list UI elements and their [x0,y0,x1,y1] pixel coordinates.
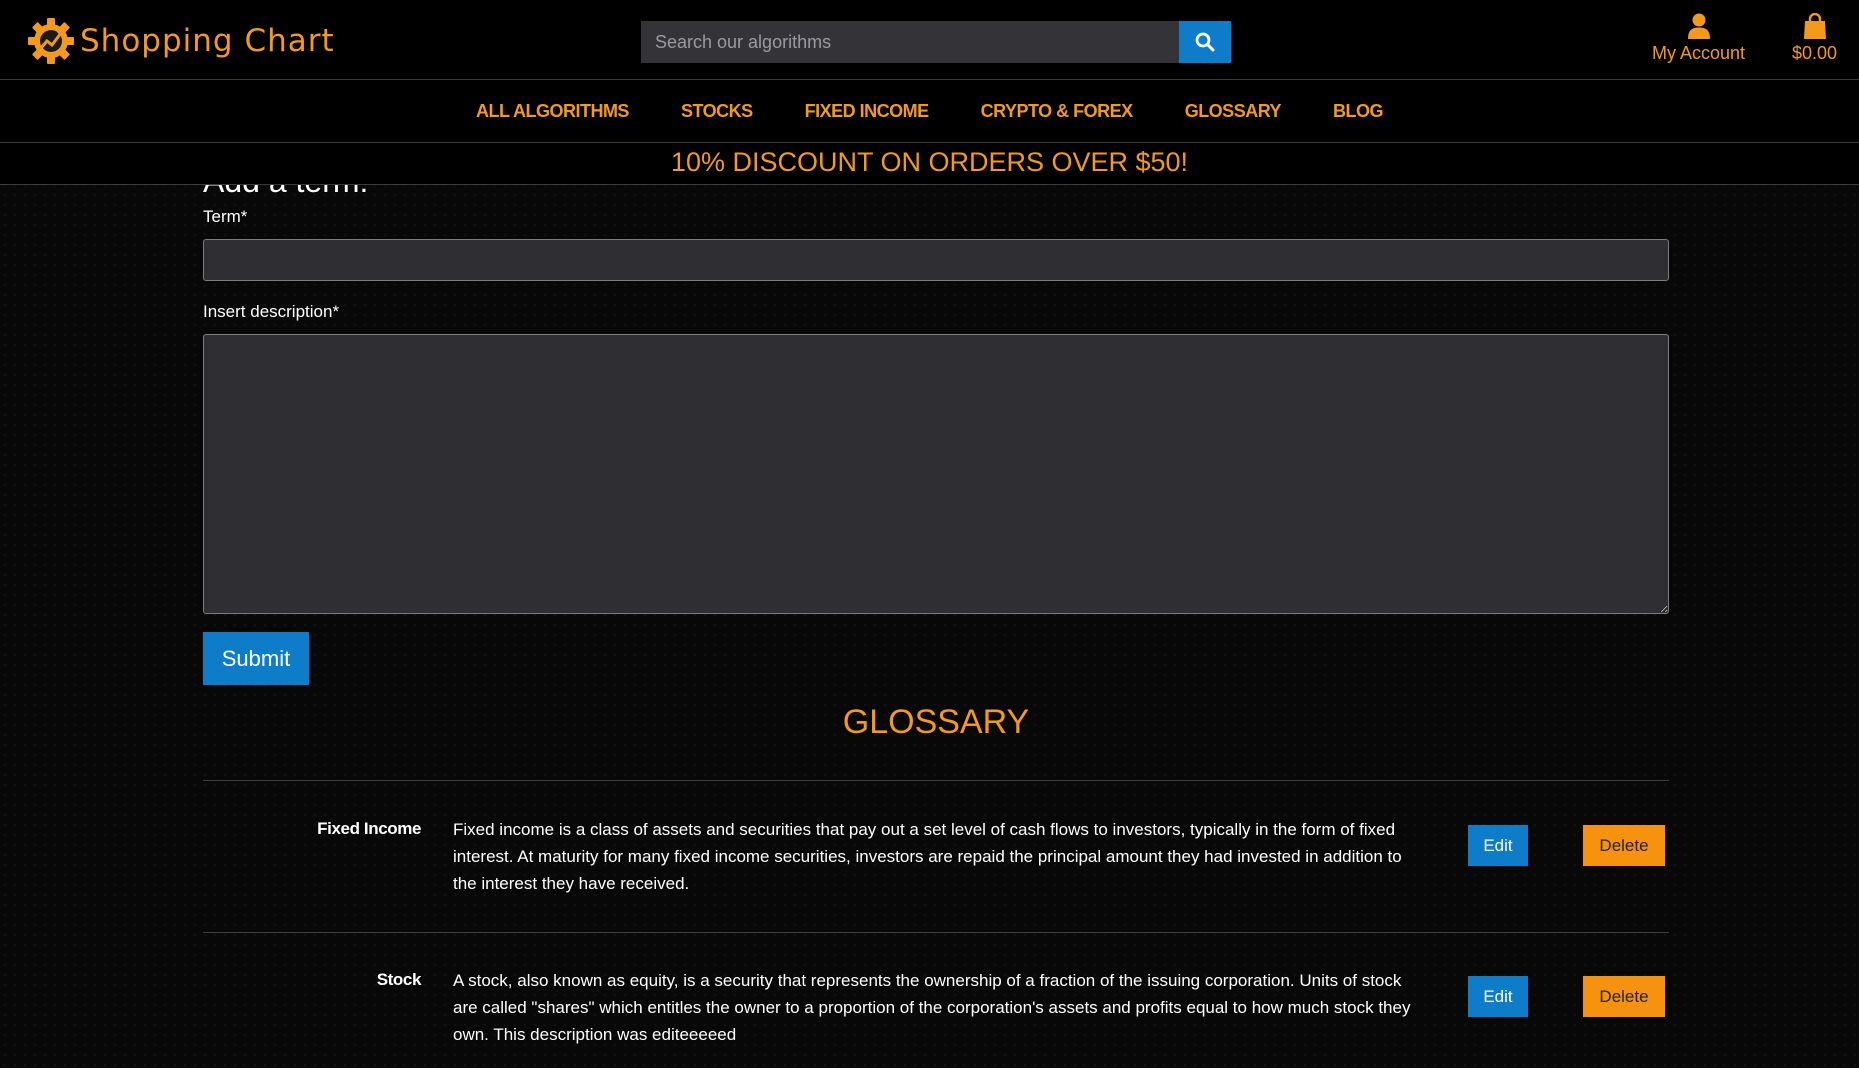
promo-banner: 10% DISCOUNT ON ORDERS OVER $50! [0,143,1859,185]
my-account-label: My Account [1652,43,1746,63]
promo-text: 10% DISCOUNT ON ORDERS OVER $50! [670,147,1189,177]
brand-name[interactable]: Shopping Chart [80,23,335,59]
edit-button[interactable]: Edit [1468,976,1528,1017]
cart-total: $0.00 [1792,43,1838,63]
term-input[interactable] [203,239,1669,281]
shopping-bag-icon [1803,13,1826,39]
brand-logo[interactable]: Shopping Chart [26,16,335,66]
search-bar [641,21,1231,63]
divider [203,932,1669,933]
nav-item-blog[interactable]: BLOG [1333,101,1384,122]
my-account-link[interactable]: My Account [1652,13,1745,64]
cart-link[interactable]: $0.00 [1792,13,1837,64]
nav-item-glossary[interactable]: GLOSSARY [1185,101,1282,122]
main-nav: ALL ALGORITHMS STOCKS FIXED INCOME CRYPT… [0,80,1859,143]
nav-item-stocks[interactable]: STOCKS [681,101,753,122]
description-textarea[interactable] [203,334,1669,614]
gear-chart-logo [28,18,74,64]
nav-item-fixed-income[interactable]: FIXED INCOME [805,101,930,122]
glossary-description: A stock, also known as equity, is a secu… [453,971,1411,1044]
delete-button[interactable]: Delete [1583,976,1665,1017]
delete-button[interactable]: Delete [1583,825,1665,866]
search-icon [1195,32,1215,52]
nav-item-crypto-forex[interactable]: CRYPTO & FOREX [981,101,1134,122]
user-icon [1687,13,1710,39]
description-label: Insert description* [203,302,340,321]
term-label: Term* [203,207,248,226]
header-row: Shopping Chart My Account $0.0 [0,0,1859,80]
divider [203,780,1669,781]
nav-item-all-algorithms[interactable]: ALL ALGORITHMS [476,101,630,122]
submit-button[interactable]: Submit [203,632,309,685]
glossary-term: Fixed Income [317,819,421,838]
site-header: Shopping Chart My Account $0.0 [0,0,1859,185]
glossary-description: Fixed income is a class of assets and se… [453,820,1402,893]
glossary-term: Stock [376,970,422,989]
search-input[interactable] [641,21,1179,63]
edit-button[interactable]: Edit [1468,825,1528,866]
search-button[interactable] [1179,21,1231,63]
glossary-title: GLOSSARY [842,703,1030,741]
